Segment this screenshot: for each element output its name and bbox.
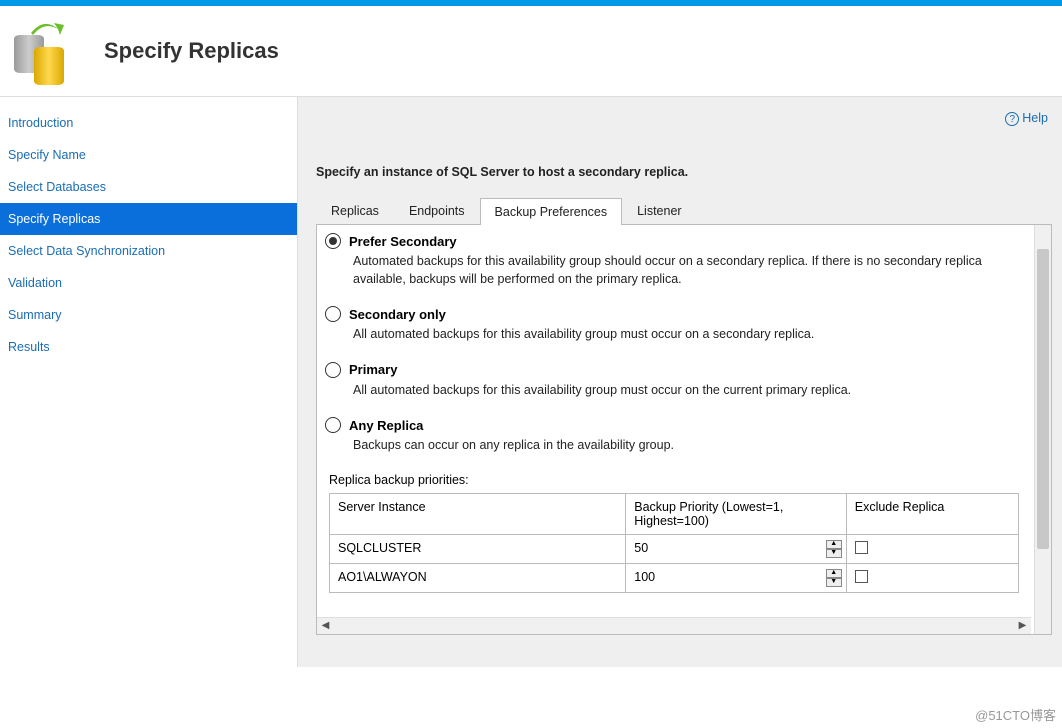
option-primary: Primary All automated backups for this a… <box>329 362 1019 400</box>
vertical-scroll-thumb[interactable] <box>1037 249 1049 549</box>
spinner-up-icon[interactable]: ▲ <box>826 540 842 549</box>
sidebar-item-specify-name[interactable]: Specify Name <box>0 139 297 171</box>
table-header-row: Server Instance Backup Priority (Lowest=… <box>330 493 1019 534</box>
radio-label: Primary <box>349 362 397 377</box>
sidebar-item-summary[interactable]: Summary <box>0 299 297 331</box>
radio-label: Any Replica <box>349 418 423 433</box>
help-link[interactable]: ?Help <box>1005 111 1048 126</box>
cell-exclude <box>846 563 1018 592</box>
radio-description: Automated backups for this availability … <box>353 253 1019 288</box>
priority-spinner: ▲ ▼ <box>826 540 842 558</box>
spinner-down-icon[interactable]: ▼ <box>826 549 842 558</box>
priority-value: 100 <box>634 570 655 584</box>
col-exclude-replica: Exclude Replica <box>846 493 1018 534</box>
replica-tabs: Replicas Endpoints Backup Preferences Li… <box>316 197 1052 225</box>
backup-preferences-panel: ◀ ▶ Prefer Secondary Automated backups f… <box>316 225 1052 635</box>
vertical-scrollbar[interactable] <box>1034 225 1051 634</box>
option-secondary-only: Secondary only All automated backups for… <box>329 306 1019 344</box>
radio-primary[interactable] <box>325 362 341 378</box>
content-subheading: Specify an instance of SQL Server to hos… <box>316 165 1052 179</box>
table-row: AO1\ALWAYON 100 ▲ ▼ <box>330 563 1019 592</box>
radio-any-replica[interactable] <box>325 417 341 433</box>
help-icon: ? <box>1005 112 1019 126</box>
option-any-replica: Any Replica Backups can occur on any rep… <box>329 417 1019 455</box>
tab-endpoints[interactable]: Endpoints <box>394 197 480 224</box>
cell-server: SQLCLUSTER <box>330 534 626 563</box>
priorities-label: Replica backup priorities: <box>329 473 1019 487</box>
spinner-up-icon[interactable]: ▲ <box>826 569 842 578</box>
col-server-instance: Server Instance <box>330 493 626 534</box>
radio-description: All automated backups for this availabil… <box>353 382 1019 400</box>
radio-secondary-only[interactable] <box>325 306 341 322</box>
exclude-checkbox[interactable] <box>855 541 868 554</box>
cell-priority: 50 ▲ ▼ <box>626 534 846 563</box>
page-title: Specify Replicas <box>104 38 279 64</box>
radio-label: Prefer Secondary <box>349 234 457 249</box>
sidebar-item-results[interactable]: Results <box>0 331 297 363</box>
col-backup-priority: Backup Priority (Lowest=1, Highest=100) <box>626 493 846 534</box>
wizard-header: Specify Replicas <box>0 6 1062 97</box>
exclude-checkbox[interactable] <box>855 570 868 583</box>
cell-priority: 100 ▲ ▼ <box>626 563 846 592</box>
radio-description: All automated backups for this availabil… <box>353 326 1019 344</box>
table-row: SQLCLUSTER 50 ▲ ▼ <box>330 534 1019 563</box>
wizard-steps-sidebar: Introduction Specify Name Select Databas… <box>0 97 298 667</box>
help-label: Help <box>1022 111 1048 125</box>
cell-server: AO1\ALWAYON <box>330 563 626 592</box>
radio-label: Secondary only <box>349 307 446 322</box>
spinner-down-icon[interactable]: ▼ <box>826 578 842 587</box>
sidebar-item-validation[interactable]: Validation <box>0 267 297 299</box>
wizard-content: ?Help Specify an instance of SQL Server … <box>298 97 1062 667</box>
radio-description: Backups can occur on any replica in the … <box>353 437 1019 455</box>
panel-scroll-region: Prefer Secondary Automated backups for t… <box>317 225 1031 634</box>
priority-spinner: ▲ ▼ <box>826 569 842 587</box>
tab-listener[interactable]: Listener <box>622 197 696 224</box>
sidebar-item-introduction[interactable]: Introduction <box>0 107 297 139</box>
sidebar-item-select-data-sync[interactable]: Select Data Synchronization <box>0 235 297 267</box>
sidebar-item-select-databases[interactable]: Select Databases <box>0 171 297 203</box>
tab-replicas[interactable]: Replicas <box>316 197 394 224</box>
wizard-body: Introduction Specify Name Select Databas… <box>0 97 1062 667</box>
tab-backup-preferences[interactable]: Backup Preferences <box>480 198 623 225</box>
priority-value: 50 <box>634 541 648 555</box>
replica-icon <box>14 21 74 81</box>
radio-prefer-secondary[interactable] <box>325 233 341 249</box>
option-prefer-secondary: Prefer Secondary Automated backups for t… <box>329 233 1019 288</box>
backup-priorities-table: Server Instance Backup Priority (Lowest=… <box>329 493 1019 593</box>
sidebar-item-specify-replicas[interactable]: Specify Replicas <box>0 203 297 235</box>
cell-exclude <box>846 534 1018 563</box>
watermark: @51CTO博客 <box>975 705 1056 724</box>
